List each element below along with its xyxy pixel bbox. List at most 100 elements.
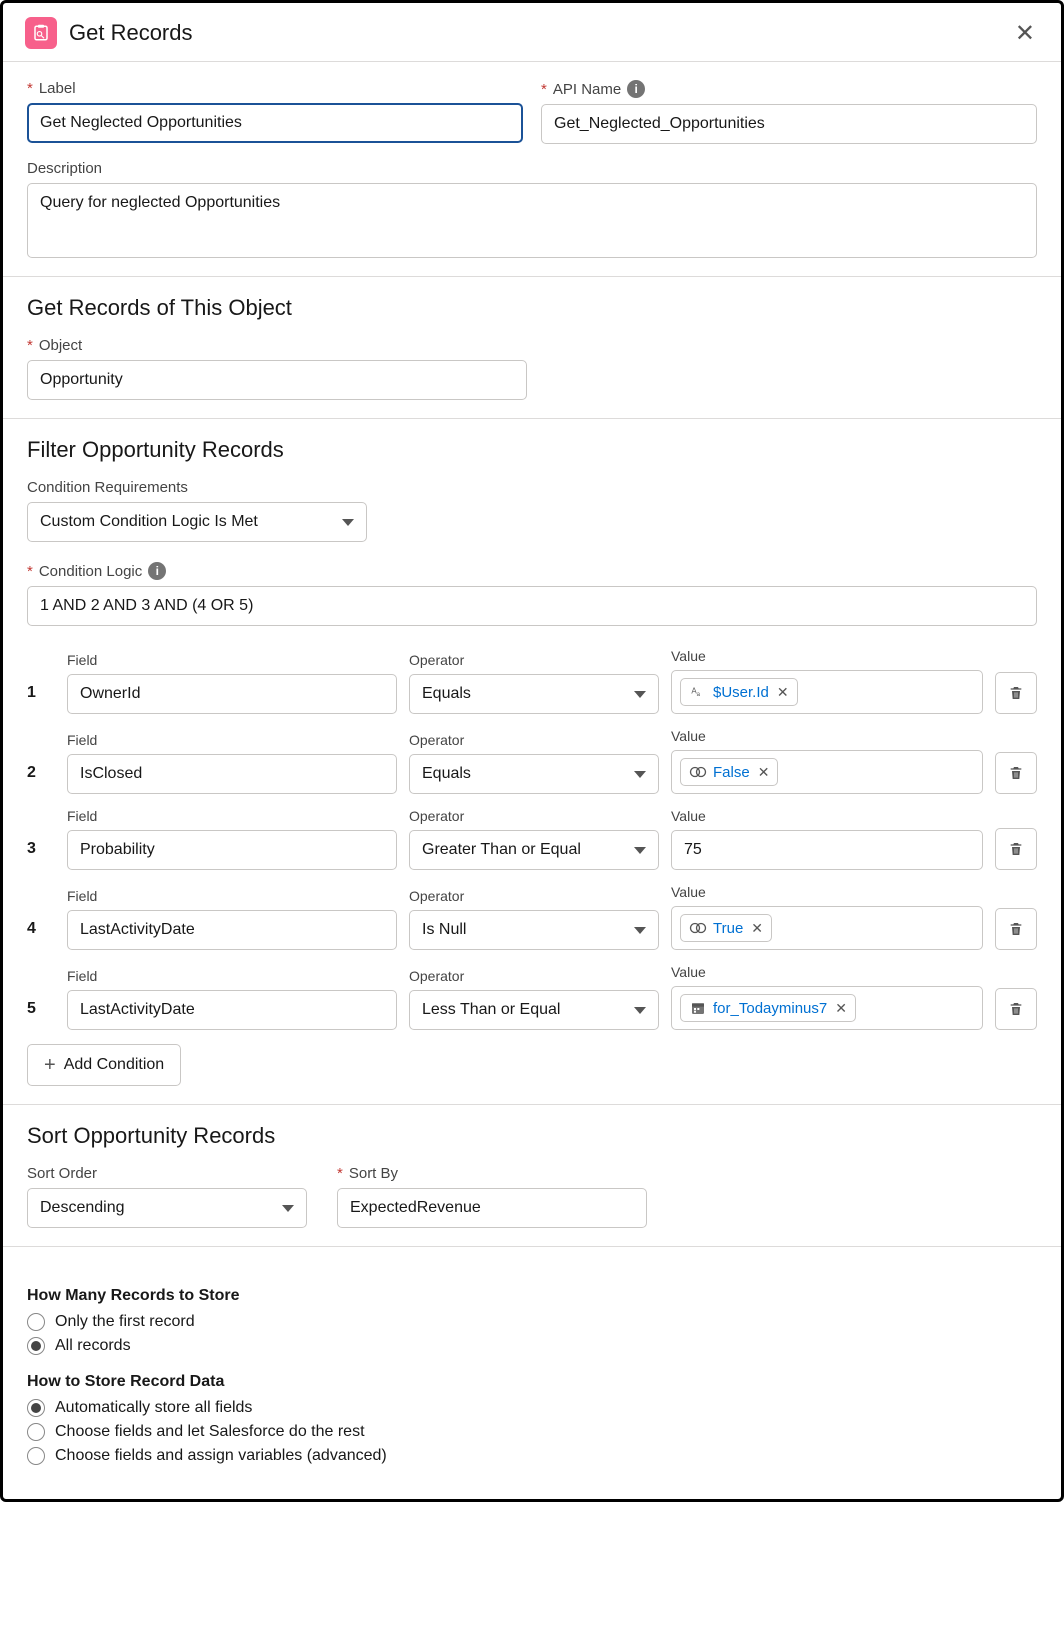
value-input[interactable]: True ✕ bbox=[671, 906, 983, 950]
cond-logic-label: Condition Logic i bbox=[27, 562, 1037, 580]
chevron-down-icon bbox=[342, 519, 354, 526]
value-input[interactable]: for_Todayminus7 ✕ bbox=[671, 986, 983, 1030]
info-icon[interactable]: i bbox=[148, 562, 166, 580]
operator-label: Operator bbox=[409, 968, 659, 984]
condition-row: 1 Field OwnerId Operator Equals Value Aa… bbox=[27, 648, 1037, 714]
radio-icon bbox=[27, 1313, 45, 1331]
field-input[interactable]: LastActivityDate bbox=[67, 990, 397, 1030]
value-pill[interactable]: False ✕ bbox=[680, 758, 778, 786]
value-label: Value bbox=[671, 728, 983, 744]
object-label: Object bbox=[27, 337, 1037, 354]
remove-pill-icon[interactable]: ✕ bbox=[835, 1000, 847, 1017]
get-records-icon bbox=[25, 17, 57, 49]
how-store-option[interactable]: Automatically store all fields bbox=[27, 1399, 1037, 1417]
close-button[interactable]: ✕ bbox=[1011, 19, 1039, 48]
how-many-option[interactable]: All records bbox=[27, 1337, 1037, 1355]
radio-label: Only the first record bbox=[55, 1313, 195, 1331]
delete-condition-button[interactable] bbox=[995, 828, 1037, 870]
delete-condition-button[interactable] bbox=[995, 672, 1037, 714]
modal-title: Get Records bbox=[69, 20, 193, 46]
condition-number: 3 bbox=[27, 840, 55, 870]
cond-req-select[interactable]: Custom Condition Logic Is Met bbox=[27, 502, 367, 542]
value-label: Value bbox=[671, 808, 983, 824]
field-input[interactable]: OwnerId bbox=[67, 674, 397, 714]
description-textarea[interactable]: Query for neglected Opportunities bbox=[27, 183, 1037, 258]
how-many-label: How Many Records to Store bbox=[27, 1287, 1037, 1305]
svg-text:a: a bbox=[697, 692, 701, 698]
operator-select[interactable]: Less Than or Equal bbox=[409, 990, 659, 1030]
remove-pill-icon[interactable]: ✕ bbox=[751, 920, 763, 937]
storage-section: How Many Records to Store Only the first… bbox=[3, 1247, 1061, 1499]
chevron-down-icon bbox=[634, 1007, 646, 1014]
value-label: Value bbox=[671, 648, 983, 664]
radio-icon bbox=[27, 1423, 45, 1441]
value-input[interactable]: Aa $User.Id ✕ bbox=[671, 670, 983, 714]
operator-select[interactable]: Equals bbox=[409, 754, 659, 794]
radio-icon bbox=[27, 1447, 45, 1465]
filter-section-title: Filter Opportunity Records bbox=[27, 437, 1037, 463]
operator-select[interactable]: Greater Than or Equal bbox=[409, 830, 659, 870]
radio-label: Automatically store all fields bbox=[55, 1399, 252, 1417]
remove-pill-icon[interactable]: ✕ bbox=[777, 684, 789, 701]
boolean-icon bbox=[689, 919, 707, 937]
operator-label: Operator bbox=[409, 652, 659, 668]
condition-row: 4 Field LastActivityDate Operator Is Nul… bbox=[27, 884, 1037, 950]
boolean-icon bbox=[689, 763, 707, 781]
remove-pill-icon[interactable]: ✕ bbox=[758, 764, 770, 781]
delete-condition-button[interactable] bbox=[995, 988, 1037, 1030]
field-input[interactable]: LastActivityDate bbox=[67, 910, 397, 950]
value-pill[interactable]: True ✕ bbox=[680, 914, 772, 942]
field-label: Field bbox=[67, 808, 397, 824]
chevron-down-icon bbox=[634, 771, 646, 778]
delete-condition-button[interactable] bbox=[995, 908, 1037, 950]
label-input[interactable]: Get Neglected Opportunities bbox=[27, 103, 523, 143]
sort-by-label: Sort By bbox=[337, 1165, 647, 1182]
object-section-title: Get Records of This Object bbox=[27, 295, 1037, 321]
apiname-input[interactable]: Get_Neglected_Opportunities bbox=[541, 104, 1037, 144]
field-label: Field bbox=[67, 652, 397, 668]
identity-section: Label Get Neglected Opportunities API Na… bbox=[3, 62, 1061, 277]
chevron-down-icon bbox=[634, 847, 646, 854]
condition-number: 4 bbox=[27, 920, 55, 950]
sort-by-input[interactable]: ExpectedRevenue bbox=[337, 1188, 647, 1228]
value-pill[interactable]: for_Todayminus7 ✕ bbox=[680, 994, 856, 1022]
operator-select[interactable]: Is Null bbox=[409, 910, 659, 950]
radio-icon bbox=[27, 1399, 45, 1417]
add-condition-button[interactable]: + Add Condition bbox=[27, 1044, 181, 1086]
radio-label: Choose fields and assign variables (adva… bbox=[55, 1447, 387, 1465]
field-input[interactable]: IsClosed bbox=[67, 754, 397, 794]
chevron-down-icon bbox=[282, 1205, 294, 1212]
operator-label: Operator bbox=[409, 808, 659, 824]
date-icon bbox=[689, 999, 707, 1017]
value-label: Value bbox=[671, 964, 983, 980]
field-label: Field bbox=[67, 732, 397, 748]
sort-section-title: Sort Opportunity Records bbox=[27, 1123, 1037, 1149]
sort-order-select[interactable]: Descending bbox=[27, 1188, 307, 1228]
condition-row: 5 Field LastActivityDate Operator Less T… bbox=[27, 964, 1037, 1030]
how-store-option[interactable]: Choose fields and assign variables (adva… bbox=[27, 1447, 1037, 1465]
get-records-modal: Get Records ✕ Label Get Neglected Opport… bbox=[0, 0, 1064, 1502]
description-label: Description bbox=[27, 160, 1037, 177]
condition-number: 5 bbox=[27, 1000, 55, 1030]
how-store-option[interactable]: Choose fields and let Salesforce do the … bbox=[27, 1423, 1037, 1441]
chevron-down-icon bbox=[634, 691, 646, 698]
condition-row: 2 Field IsClosed Operator Equals Value F… bbox=[27, 728, 1037, 794]
value-input[interactable]: 75 bbox=[671, 830, 983, 870]
value-text: for_Todayminus7 bbox=[713, 1000, 827, 1017]
delete-condition-button[interactable] bbox=[995, 752, 1037, 794]
value-pill[interactable]: Aa $User.Id ✕ bbox=[680, 678, 798, 706]
cond-logic-input[interactable]: 1 AND 2 AND 3 AND (4 OR 5) bbox=[27, 586, 1037, 626]
how-many-option[interactable]: Only the first record bbox=[27, 1313, 1037, 1331]
operator-select[interactable]: Equals bbox=[409, 674, 659, 714]
sort-section: Sort Opportunity Records Sort Order Desc… bbox=[3, 1105, 1061, 1247]
apiname-field-label: API Name i bbox=[541, 80, 1037, 98]
info-icon[interactable]: i bbox=[627, 80, 645, 98]
radio-label: Choose fields and let Salesforce do the … bbox=[55, 1423, 365, 1441]
plus-icon: + bbox=[44, 1055, 56, 1075]
value-input[interactable]: False ✕ bbox=[671, 750, 983, 794]
condition-number: 1 bbox=[27, 684, 55, 714]
field-label: Field bbox=[67, 888, 397, 904]
object-input[interactable]: Opportunity bbox=[27, 360, 527, 400]
field-input[interactable]: Probability bbox=[67, 830, 397, 870]
radio-icon bbox=[27, 1337, 45, 1355]
